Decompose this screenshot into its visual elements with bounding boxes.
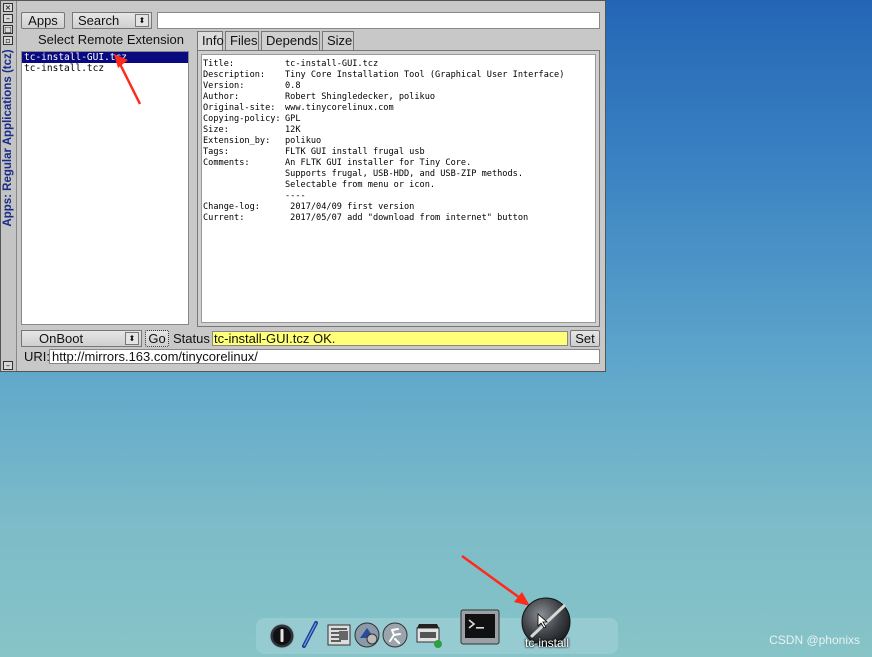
tab-info[interactable]: Info	[197, 31, 224, 50]
info-key: Change-log:	[203, 202, 260, 212]
info-key: Author:	[203, 92, 240, 102]
info-row: Selectable from menu or icon.	[202, 180, 595, 191]
search-input[interactable]	[157, 12, 600, 29]
info-key: Comments:	[203, 158, 250, 168]
info-key: Copying-policy:	[203, 114, 281, 124]
info-value: 0.8	[285, 81, 301, 91]
info-row: Title: tc-install-GUI.tcz	[202, 59, 595, 70]
info-value: www.tinycorelinux.com	[285, 103, 394, 113]
info-key: Description:	[203, 70, 266, 80]
list-header: Select Remote Extension	[38, 32, 184, 47]
terminal-icon[interactable]	[460, 609, 500, 645]
info-value: polikuo	[285, 136, 322, 146]
select-arrows-icon: ⬍	[135, 14, 149, 27]
status-label: Status	[173, 331, 210, 346]
tab-files[interactable]: Files	[225, 31, 259, 50]
window-title: Apps: Regular Applications (tcz)	[2, 49, 14, 227]
watermark: CSDN @phonixs	[769, 633, 860, 647]
info-row: Description: Tiny Core Installation Tool …	[202, 70, 595, 81]
info-row: Author: Robert Shingledecker, polikuo	[202, 92, 595, 103]
minimize-icon[interactable]: –	[3, 14, 13, 23]
info-value: ----	[285, 191, 306, 201]
status-field: tc-install-GUI.tcz OK.	[212, 331, 568, 346]
tab-size[interactable]: Size	[322, 31, 354, 50]
info-value: GPL	[285, 114, 301, 124]
info-row: Supports frugal, USB-HDD, and USB-ZIP me…	[202, 169, 595, 180]
info-value: Supports frugal, USB-HDD, and USB-ZIP me…	[285, 169, 523, 179]
power-icon[interactable]	[268, 622, 296, 650]
info-row: Size: 12K	[202, 125, 595, 136]
go-button[interactable]: Go	[145, 330, 169, 347]
info-row: Extension_by: polikuo	[202, 136, 595, 147]
info-row: Tags: FLTK GUI install frugal usb	[202, 147, 595, 158]
info-row: Current: 2017/05/07 add "download from i…	[202, 213, 595, 224]
info-value: Robert Shingledecker, polikuo	[285, 92, 436, 102]
info-value: 2017/05/07 add "download from internet" …	[285, 213, 529, 223]
info-row: Original-site: www.tinycorelinux.com	[202, 103, 595, 114]
search-mode-value: Search	[78, 13, 120, 28]
tc-install-label: tc-install	[524, 636, 569, 650]
info-row: Change-log: 2017/04/09 first version	[202, 202, 595, 213]
extension-list[interactable]: tc-install-GUI.tcz tc-install.tcz	[21, 51, 189, 325]
load-mode-select[interactable]: OnBoot ⬍	[21, 330, 142, 347]
info-row: Comments: An FLTK GUI installer for Tiny …	[202, 158, 595, 169]
info-value: An FLTK GUI installer for Tiny Core.	[285, 158, 472, 168]
list-item[interactable]: tc-install-GUI.tcz	[22, 52, 188, 63]
info-row: Version: 0.8	[202, 81, 595, 92]
shade-icon[interactable]: –	[3, 361, 13, 370]
uri-label: URI:	[24, 349, 50, 364]
info-panel: Title: tc-install-GUI.tcz Description: Tiny…	[197, 50, 600, 327]
set-button[interactable]: Set	[570, 330, 600, 347]
list-item[interactable]: tc-install.tcz	[22, 63, 188, 74]
window-titlebar[interactable]: × – □ ▫ Apps: Regular Applications (tcz)…	[1, 1, 17, 371]
uri-input[interactable]: http://mirrors.163.com/tinycorelinux/	[49, 349, 600, 364]
info-value: tc-install-GUI.tcz	[285, 59, 379, 69]
info-value: 12K	[285, 125, 301, 135]
info-row: ----	[202, 191, 595, 202]
apps-window: × – □ ▫ Apps: Regular Applications (tcz)…	[0, 0, 606, 372]
maximize-icon[interactable]: □	[3, 25, 13, 34]
info-value: Selectable from menu or icon.	[285, 180, 436, 190]
info-value: Tiny Core Installation Tool (Graphical U…	[285, 70, 565, 80]
info-key: Size:	[203, 125, 229, 135]
apps-menu-button[interactable]: Apps	[21, 12, 65, 29]
pen-icon[interactable]	[298, 620, 322, 650]
info-row: Copying-policy: GPL	[202, 114, 595, 125]
info-key: Current:	[203, 213, 245, 223]
editor-icon[interactable]	[325, 621, 353, 649]
tab-depends[interactable]: Depends	[261, 31, 320, 50]
info-key: Title:	[203, 59, 235, 69]
mount-icon[interactable]	[413, 620, 445, 650]
info-key: Extension_by:	[203, 136, 271, 146]
info-key: Tags:	[203, 147, 229, 157]
info-key: Version:	[203, 81, 245, 91]
close-icon[interactable]: ×	[3, 3, 13, 12]
search-mode-select[interactable]: Search ⬍	[72, 12, 152, 29]
select-arrows-icon: ⬍	[125, 332, 139, 345]
info-value: FLTK GUI install frugal usb	[285, 147, 425, 157]
info-text-area[interactable]: Title: tc-install-GUI.tcz Description: Tiny…	[201, 54, 596, 323]
load-mode-value: OnBoot	[39, 331, 84, 346]
run-icon[interactable]	[381, 621, 409, 649]
apps-icon[interactable]	[353, 621, 381, 649]
info-value: 2017/04/09 first version	[285, 202, 415, 212]
info-key: Original-site:	[203, 103, 276, 113]
